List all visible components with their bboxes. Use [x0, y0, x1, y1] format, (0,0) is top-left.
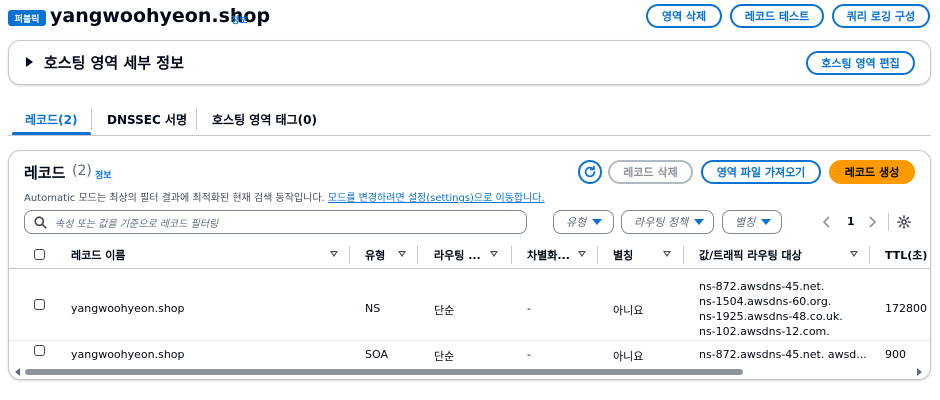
- routing-policy-filter-label: 라우팅 정책: [634, 216, 689, 229]
- routing-policy-cell: 단순: [434, 350, 455, 363]
- pagination-divider: [888, 213, 889, 231]
- refresh-button[interactable]: [578, 160, 602, 184]
- value-cell-line: ns-1925.awsdns-48.co.uk.: [699, 310, 843, 323]
- current-page-number[interactable]: 1: [847, 215, 855, 228]
- search-icon: [34, 216, 47, 229]
- record-name-cell: yangwoohyeon.shop: [71, 348, 185, 361]
- sort-icon[interactable]: [663, 251, 671, 257]
- alias-cell: 아니요: [613, 304, 644, 317]
- column-divider[interactable]: [511, 246, 512, 264]
- tabs-bottom-border: [8, 135, 931, 136]
- column-divider[interactable]: [349, 246, 350, 264]
- select-all-checkbox[interactable]: [34, 249, 45, 260]
- alias-cell: 아니요: [613, 350, 644, 363]
- previous-page-icon[interactable]: [822, 216, 832, 228]
- column-header-ttl[interactable]: TTL(초): [885, 247, 927, 263]
- column-header-value[interactable]: 값/트래픽 라우팅 대상: [699, 247, 802, 263]
- alias-filter-dropdown[interactable]: 별칭: [722, 210, 782, 234]
- create-record-button[interactable]: 레코드 생성: [829, 160, 915, 184]
- column-divider[interactable]: [683, 246, 684, 264]
- record-filter-input[interactable]: 속성 또는 값을 기준으로 레코드 필터링: [24, 210, 527, 234]
- delete-zone-button[interactable]: 영역 삭제: [646, 4, 722, 28]
- expand-caret-icon[interactable]: [26, 57, 33, 67]
- sort-icon[interactable]: [330, 251, 338, 257]
- records-info-link[interactable]: 정보: [95, 168, 112, 181]
- test-record-button[interactable]: 레코드 테스트: [730, 4, 824, 28]
- edit-hosted-zone-button[interactable]: 호스팅 영역 편집: [806, 51, 915, 75]
- scroll-right-arrow-icon[interactable]: [917, 368, 922, 376]
- row-checkbox[interactable]: [34, 345, 45, 356]
- search-mode-notice: Automatic 모드는 최상의 필터 결과에 최적화된 현재 검색 동작입니…: [24, 189, 545, 204]
- search-mode-notice-text: Automatic 모드는 최상의 필터 결과에 최적화된 현재 검색 동작입니…: [24, 193, 328, 204]
- tab-dnssec-signing[interactable]: DNSSEC 서명: [107, 111, 187, 128]
- settings-link[interactable]: 모드를 변경하려면 설정(settings)으로 이동합니다.: [328, 193, 545, 204]
- type-filter-dropdown[interactable]: 유형: [553, 210, 614, 234]
- routing-policy-cell: 단순: [434, 304, 455, 317]
- record-name-cell: yangwoohyeon.shop: [71, 302, 185, 315]
- column-header-differentiator[interactable]: 차별화...: [527, 247, 570, 263]
- records-title: 레코드: [24, 164, 66, 182]
- row-divider: [9, 340, 930, 341]
- column-divider[interactable]: [869, 246, 870, 264]
- sort-icon[interactable]: [398, 251, 406, 257]
- column-header-record-name[interactable]: 레코드 이름: [71, 247, 125, 263]
- scrollbar-thumb[interactable]: [25, 369, 743, 375]
- row-checkbox[interactable]: [34, 299, 45, 310]
- chevron-down-icon: [694, 219, 704, 225]
- column-divider[interactable]: [597, 246, 598, 264]
- record-filter-placeholder: 속성 또는 값을 기준으로 레코드 필터링: [55, 219, 219, 230]
- value-cell-line: ns-1504.awsdns-60.org.: [699, 295, 832, 308]
- horizontal-scrollbar[interactable]: [9, 366, 930, 378]
- configure-query-logging-button[interactable]: 쿼리 로깅 구성: [832, 4, 930, 28]
- tab-hosted-zone-tags[interactable]: 호스팅 영역 태그(0): [212, 111, 317, 128]
- public-badge: 퍼블릭: [8, 10, 46, 26]
- records-count: (2): [72, 163, 92, 179]
- routing-policy-filter-dropdown[interactable]: 라우팅 정책: [621, 210, 714, 234]
- tab-divider: [196, 108, 197, 130]
- next-page-icon[interactable]: [867, 216, 877, 228]
- tab-divider: [91, 108, 92, 130]
- ttl-cell: 172800: [885, 302, 927, 315]
- refresh-icon: [584, 165, 596, 178]
- column-header-routing-policy[interactable]: 라우팅 ...: [434, 247, 481, 263]
- column-header-alias[interactable]: 별칭: [613, 247, 633, 263]
- delete-record-button[interactable]: 레코드 삭제: [608, 160, 693, 184]
- record-type-cell: SOA: [365, 348, 388, 361]
- scroll-left-arrow-icon[interactable]: [15, 368, 20, 376]
- column-divider[interactable]: [417, 246, 418, 264]
- sort-icon[interactable]: [850, 251, 858, 257]
- value-cell-line: ns-102.awsdns-12.com.: [699, 325, 830, 338]
- sort-icon[interactable]: [578, 251, 586, 257]
- chevron-down-icon: [761, 219, 771, 225]
- record-type-cell: NS: [365, 302, 381, 315]
- records-panel: [8, 150, 931, 380]
- value-cell-line: ns-872.awsdns-45.net.: [699, 280, 825, 293]
- gear-icon[interactable]: [897, 215, 911, 229]
- alias-filter-label: 별칭: [735, 216, 756, 229]
- table-header-border: [9, 268, 930, 269]
- import-zone-file-button[interactable]: 영역 파일 가져오기: [701, 160, 821, 184]
- page-info-link[interactable]: 정보: [231, 13, 248, 26]
- type-filter-label: 유형: [566, 216, 587, 229]
- column-header-type[interactable]: 유형: [365, 247, 385, 263]
- differentiator-cell: -: [527, 348, 531, 361]
- sort-icon[interactable]: [490, 251, 498, 257]
- value-cell-line: ns-872.awsdns-45.net. awsd...: [699, 348, 867, 361]
- chevron-down-icon: [592, 219, 602, 225]
- differentiator-cell: -: [527, 302, 531, 315]
- tab-records[interactable]: 레코드(2): [25, 111, 77, 128]
- hosted-zone-details-title[interactable]: 호스팅 영역 세부 정보: [44, 52, 184, 73]
- ttl-cell: 900: [885, 348, 906, 361]
